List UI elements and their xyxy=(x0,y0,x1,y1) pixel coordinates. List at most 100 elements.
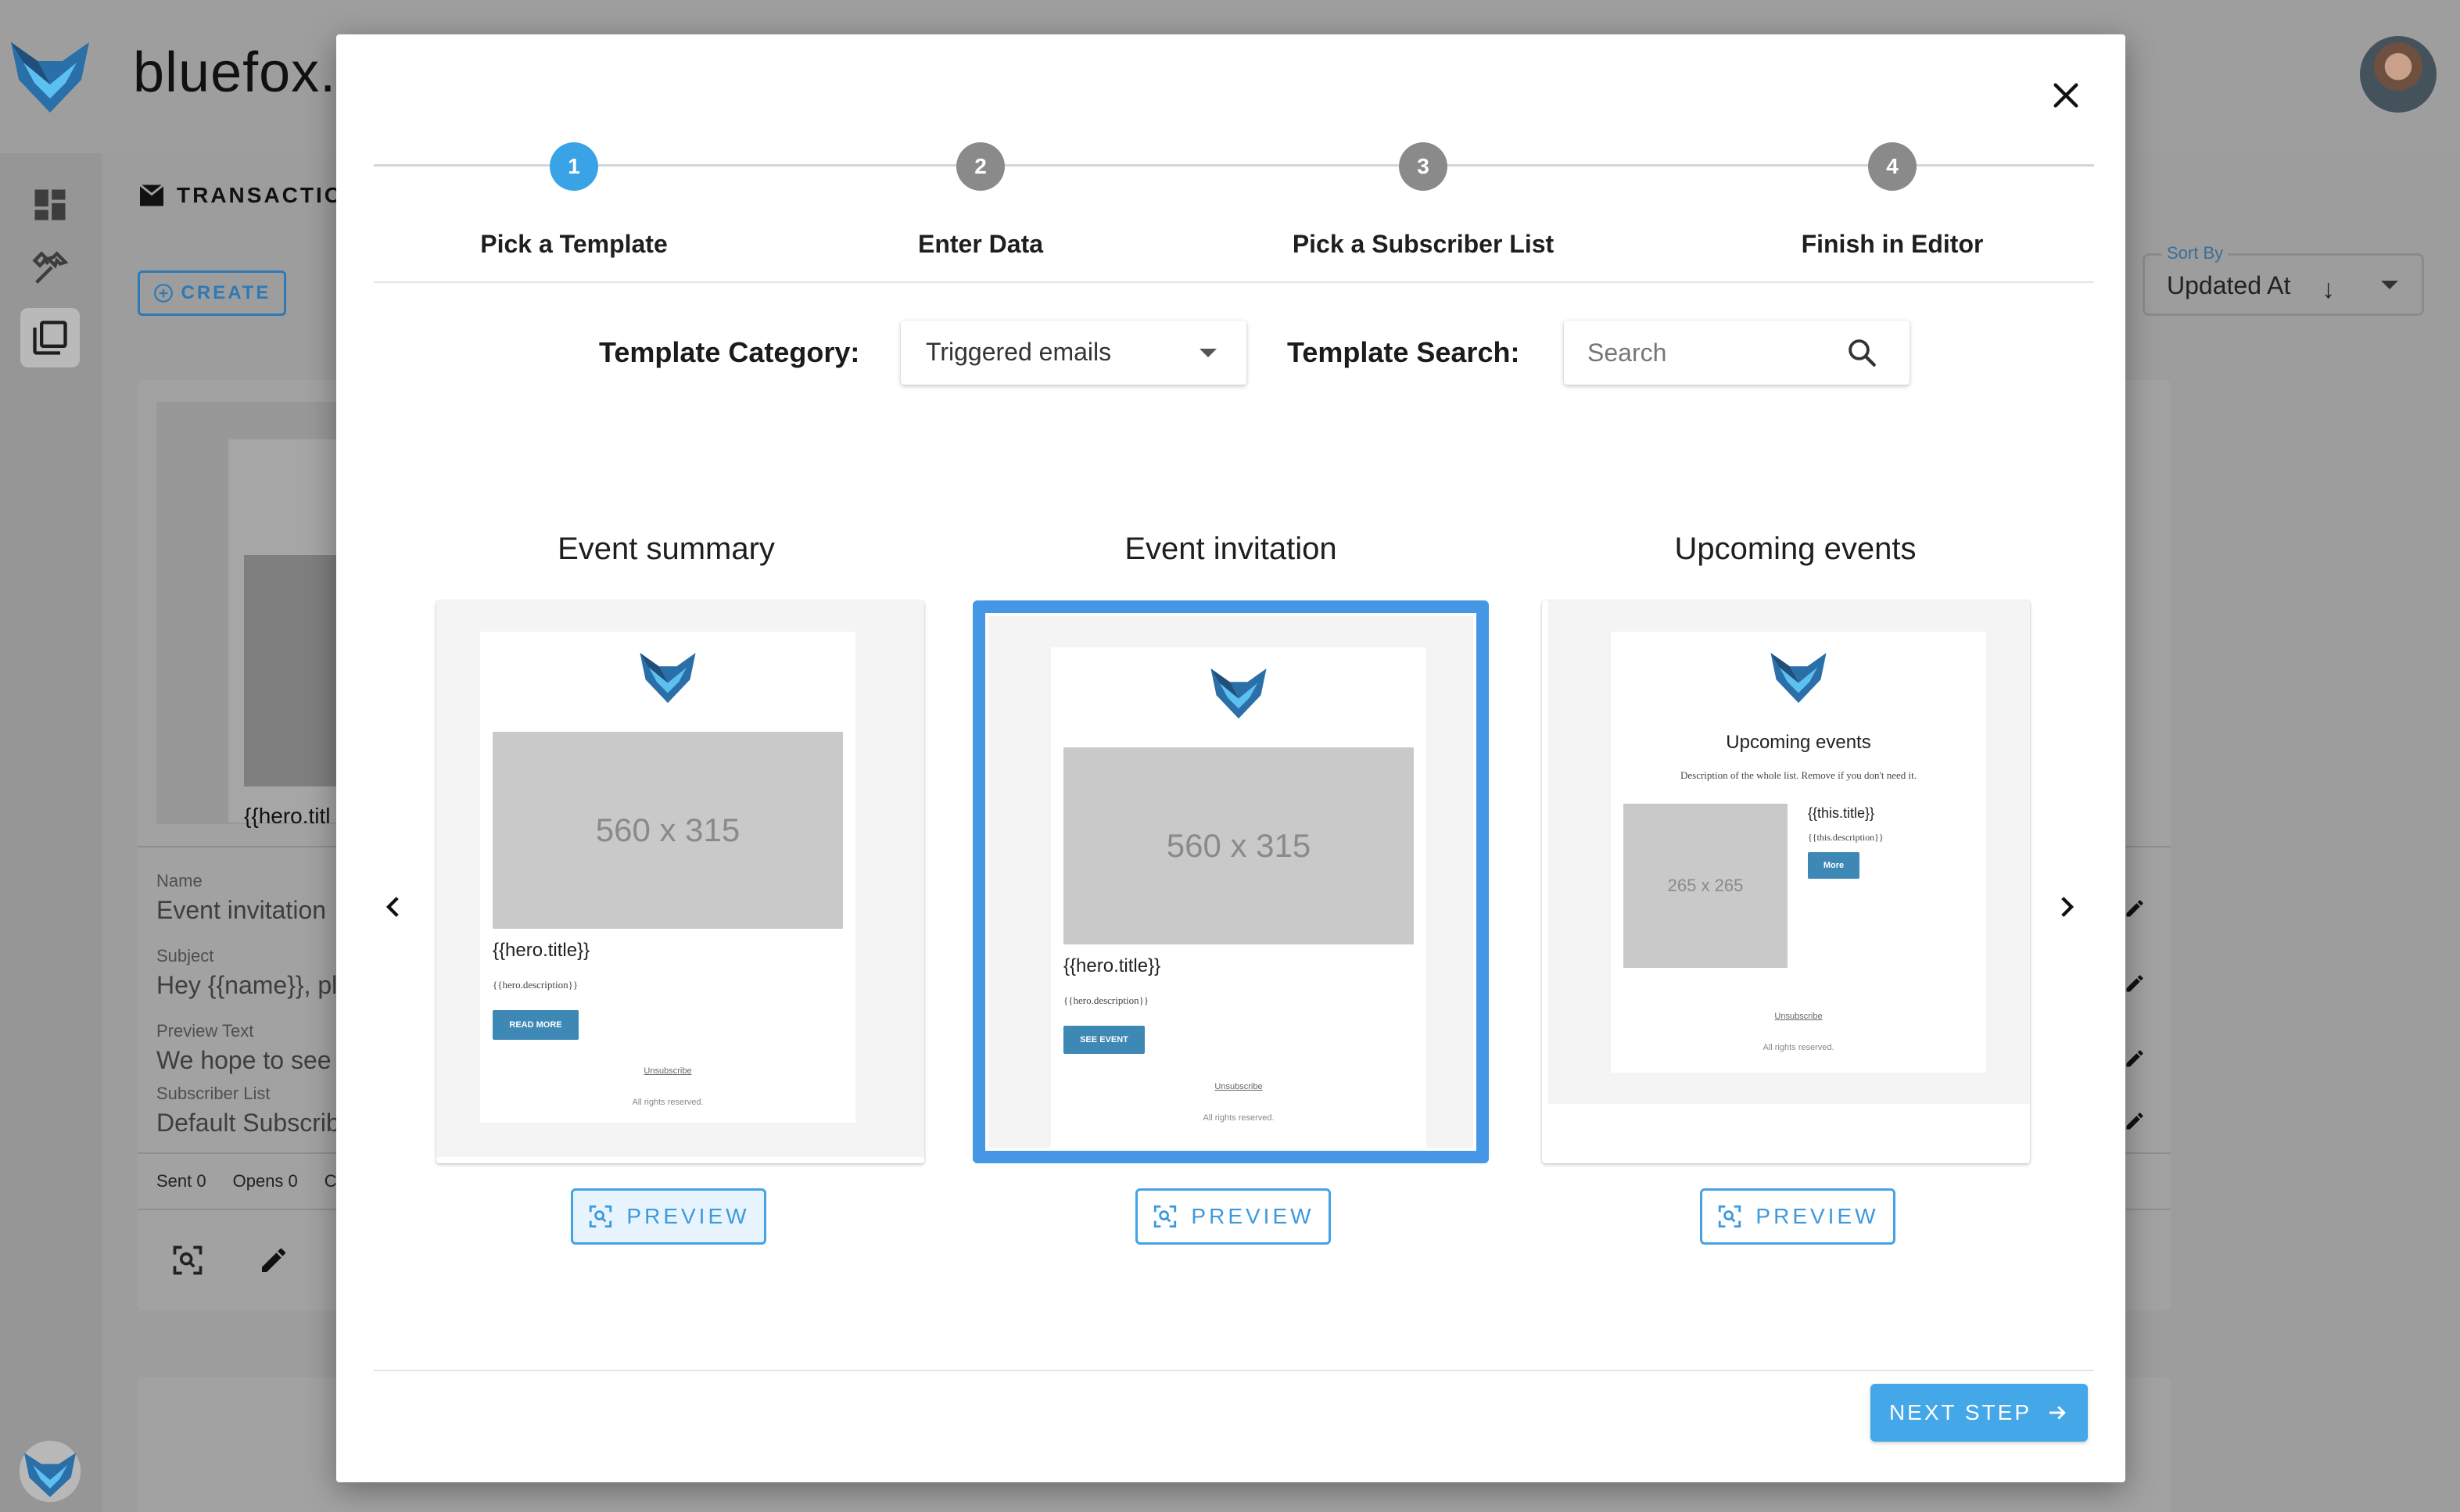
chevron-left-icon xyxy=(385,897,399,917)
step-number: 4 xyxy=(1868,142,1917,191)
email-body: 560 x 315 {{hero.title}} {{hero.descript… xyxy=(1051,647,1426,1148)
preview-button-label: PREVIEW xyxy=(1755,1204,1879,1228)
template-category-label: Template Category: xyxy=(599,336,860,368)
step-number: 1 xyxy=(550,142,598,191)
close-icon xyxy=(2053,83,2078,108)
email-more-button: More xyxy=(1808,852,1859,879)
email-hero-description: {{hero.description}} xyxy=(1063,994,1149,1006)
preview-scan-icon xyxy=(590,1205,612,1228)
preview-text-label: Preview Text xyxy=(156,1021,254,1041)
carousel-next-button[interactable] xyxy=(2041,882,2091,932)
sort-select[interactable]: Sort By Updated At ↓ xyxy=(2143,243,2424,316)
email-rights-text: All rights reserved. xyxy=(1763,1043,1834,1052)
preview-button-label: PREVIEW xyxy=(1191,1204,1314,1228)
step-number: 2 xyxy=(956,142,1005,191)
pencil-icon[interactable] xyxy=(2124,973,2146,994)
arrow-right-icon xyxy=(2049,1406,2066,1420)
email-cta-button: READ MORE xyxy=(493,1010,579,1040)
fox-logo-icon xyxy=(1770,653,1827,704)
arrow-down-icon[interactable]: ↓ xyxy=(2322,274,2335,305)
add-circle-icon xyxy=(153,284,173,303)
preview-button[interactable]: PREVIEW xyxy=(1700,1188,1895,1245)
template-search-input[interactable] xyxy=(1587,335,1845,371)
template-title: Event invitation xyxy=(1124,532,1337,566)
step-label: Finish in Editor xyxy=(1801,230,1984,258)
template-search-label: Template Search: xyxy=(1287,336,1520,368)
email-unsubscribe-link: Unsubscribe xyxy=(644,1066,692,1076)
preview-button-label: PREVIEW xyxy=(626,1204,750,1228)
email-body: Upcoming events Description of the whole… xyxy=(1611,632,1986,1073)
email-list-description: Description of the whole list. Remove if… xyxy=(1680,769,1917,781)
sort-value: Updated At xyxy=(2167,271,2291,299)
sent-count: Sent 0 xyxy=(156,1171,206,1191)
name-value: Event invitation xyxy=(156,896,327,924)
subject-label: Subject xyxy=(156,946,214,966)
next-step-button[interactable]: NEXT STEP xyxy=(1870,1384,2088,1442)
sort-label: Sort By xyxy=(2162,243,2229,263)
divider xyxy=(374,281,2094,283)
email-hero-description: {{hero.description}} xyxy=(493,979,579,991)
name-label: Name xyxy=(156,871,203,890)
preview-text-value: We hope to see xyxy=(156,1046,332,1074)
template-title: Upcoming events xyxy=(1674,532,1917,566)
pencil-icon[interactable] xyxy=(258,1245,289,1276)
new-email-dialog: 1 Pick a Template 2 Enter Data 3 Pick a … xyxy=(336,34,2125,1482)
pencil-icon[interactable] xyxy=(2124,898,2146,919)
email-rights-text: All rights reserved. xyxy=(1203,1113,1275,1123)
search-icon[interactable] xyxy=(1845,336,1878,369)
email-item-description: {{this.description}} xyxy=(1808,832,1884,843)
image-placeholder: 265 x 265 xyxy=(1623,804,1788,968)
preview-button[interactable]: PREVIEW xyxy=(1135,1188,1331,1245)
mail-icon xyxy=(139,185,164,206)
create-button-label: CREATE xyxy=(181,282,271,303)
preview-button[interactable]: PREVIEW xyxy=(571,1188,766,1245)
email-unsubscribe-link: Unsubscribe xyxy=(1214,1082,1263,1091)
template-card-event-summary[interactable]: 560 x 315 {{hero.title}} {{hero.descript… xyxy=(436,600,924,1163)
next-step-label: NEXT STEP xyxy=(1888,1400,2032,1424)
preview-scan-icon[interactable] xyxy=(170,1243,205,1277)
avatar[interactable] xyxy=(2360,36,2437,113)
step-label: Pick a Subscriber List xyxy=(1292,230,1555,258)
template-card-event-invitation[interactable]: 560 x 315 {{hero.title}} {{hero.descript… xyxy=(973,600,1489,1163)
email-list-heading: Upcoming events xyxy=(1726,732,1871,753)
create-button[interactable]: CREATE xyxy=(138,271,286,316)
email-item-title: {{this.title}} xyxy=(1808,805,1875,821)
chevron-down-icon xyxy=(1200,349,1217,357)
template-category-select[interactable]: Triggered emails xyxy=(901,321,1246,385)
pencil-icon[interactable] xyxy=(2124,1048,2146,1070)
card-stats: Sent 0 Opens 0 C xyxy=(156,1171,337,1191)
email-rights-text: All rights reserved. xyxy=(632,1098,704,1107)
email-body: 560 x 315 {{hero.title}} {{hero.descript… xyxy=(480,632,855,1123)
step-label: Pick a Template xyxy=(480,230,668,258)
subscriber-list-label: Subscriber List xyxy=(156,1084,271,1103)
close-button[interactable] xyxy=(2036,66,2096,125)
stepper-track xyxy=(374,164,2094,167)
dashboard-icon[interactable] xyxy=(30,185,70,225)
fox-logo-icon xyxy=(640,653,696,704)
section-title: TRANSACTIO xyxy=(138,183,344,208)
fox-logo-icon xyxy=(11,42,89,113)
clicks-count: C xyxy=(324,1171,337,1191)
step-number: 3 xyxy=(1399,142,1447,191)
carousel-prev-button[interactable] xyxy=(369,882,419,932)
fox-logo-icon xyxy=(1210,668,1267,719)
tools-icon[interactable] xyxy=(30,249,70,289)
template-search-box[interactable] xyxy=(1564,321,1910,385)
email-unsubscribe-link: Unsubscribe xyxy=(1774,1012,1823,1021)
template-card-upcoming-events[interactable]: Upcoming events Description of the whole… xyxy=(1542,600,2030,1163)
template-category-value: Triggered emails xyxy=(926,338,1112,366)
preview-scan-icon xyxy=(1154,1205,1177,1228)
pencil-icon[interactable] xyxy=(2124,1110,2146,1132)
templates-icon[interactable] xyxy=(30,317,70,358)
email-hero-title: {{hero.title}} xyxy=(493,940,590,961)
opens-count: Opens 0 xyxy=(232,1171,298,1191)
template-title: Event summary xyxy=(558,532,775,566)
app-title: bluefox.e xyxy=(133,41,369,104)
divider xyxy=(374,1370,2094,1371)
chevron-right-icon xyxy=(2061,897,2075,917)
email-hero-title: {{hero.title}} xyxy=(1063,955,1161,976)
step-label: Enter Data xyxy=(917,230,1044,258)
subject-value: Hey {{name}}, pl xyxy=(156,971,338,999)
section-title-text: TRANSACTIO xyxy=(177,183,344,207)
image-placeholder: 560 x 315 xyxy=(493,732,843,929)
